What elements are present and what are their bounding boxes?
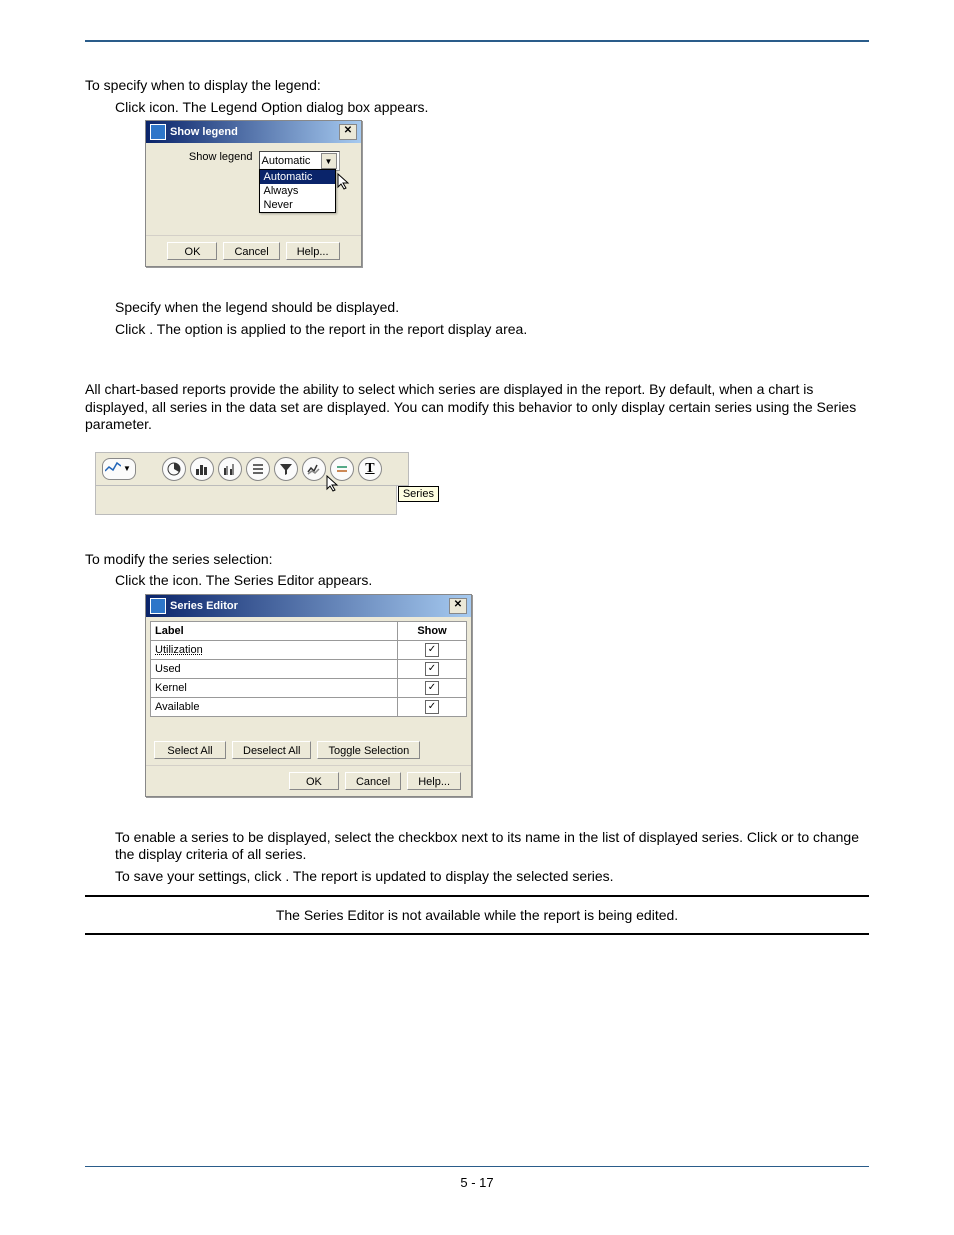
cancel-button[interactable]: Cancel <box>223 242 279 260</box>
series-editor-dialog: Series Editor ✕ Label Show <box>145 594 472 797</box>
show-legend-dropdown[interactable]: Automatic Always Never <box>259 169 336 213</box>
series-label: Kernel <box>151 678 398 697</box>
legend-step-apply: Click . The option is applied to the rep… <box>115 321 869 339</box>
text: To save your settings, click <box>115 868 285 884</box>
table-row: Used ✓ <box>151 659 467 678</box>
table-row: Kernel ✓ <box>151 678 467 697</box>
series-label: Used <box>151 659 398 678</box>
deselect-all-button[interactable]: Deselect All <box>232 741 311 759</box>
show-legend-combo[interactable]: Automatic ▼ <box>259 151 340 171</box>
table-row: Utilization ✓ <box>151 640 467 659</box>
help-button[interactable]: Help... <box>407 772 461 790</box>
line-chart-icon <box>105 461 121 476</box>
note-box: The Series Editor is not available while… <box>85 895 869 935</box>
ok-button[interactable]: OK <box>167 242 217 260</box>
page-footer: 5 - 17 <box>85 1166 869 1190</box>
report-toolbar: ▼ <box>95 452 409 486</box>
dialog-buttons: OK Cancel Help... <box>146 235 361 266</box>
dialog-app-icon <box>150 124 166 140</box>
series-table: Label Show Utilization ✓ Used ✓ <box>150 621 467 717</box>
series-tooltip: Series <box>398 486 439 502</box>
note-text: The Series Editor is not available while… <box>276 907 678 923</box>
legend-intro: To specify when to display the legend: <box>85 77 869 95</box>
text: Click <box>115 321 149 337</box>
series-icon[interactable] <box>302 457 326 481</box>
toggle-selection-button[interactable]: Toggle Selection <box>317 741 420 759</box>
series-select-buttons: Select All Deselect All Toggle Selection <box>150 727 467 765</box>
close-icon[interactable]: ✕ <box>339 124 357 140</box>
pie-chart-icon[interactable] <box>162 457 186 481</box>
text: . The report is updated to display the s… <box>285 868 613 884</box>
dialog-title: Series Editor <box>170 600 238 612</box>
chart-type-dropdown[interactable]: ▼ <box>102 458 136 480</box>
text: To enable a series to be displayed, sele… <box>115 829 781 845</box>
show-legend-dialog: Show legend ✕ Show legend Automatic ▼ <box>145 120 362 267</box>
bar-chart-icon[interactable] <box>190 457 214 481</box>
text: or <box>781 829 797 845</box>
text: icon. The Series Editor appears. <box>173 572 373 588</box>
text-icon[interactable]: T <box>358 457 382 481</box>
chevron-down-icon: ▼ <box>123 464 131 473</box>
series-step-click: Click the icon. The Series Editor appear… <box>115 572 869 590</box>
page-top-rule <box>85 40 869 42</box>
combo-value: Automatic <box>262 155 311 167</box>
dialog-app-icon <box>150 598 166 614</box>
legend-step-specify: Specify when the legend should be displa… <box>115 299 869 317</box>
text: icon. The Legend Option dialog box appea… <box>149 99 428 115</box>
text: Click the <box>115 572 173 588</box>
show-checkbox[interactable]: ✓ <box>425 662 439 676</box>
text: Click <box>115 99 149 115</box>
show-checkbox[interactable]: ✓ <box>425 643 439 657</box>
dialog-titlebar: Series Editor ✕ <box>146 595 471 617</box>
cursor-icon <box>326 475 344 493</box>
series-intro: To modify the series selection: <box>85 551 869 569</box>
close-icon[interactable]: ✕ <box>449 598 467 614</box>
column-show: Show <box>398 621 467 640</box>
grouped-bar-icon[interactable] <box>218 457 242 481</box>
legend-step-click: Click icon. The Legend Option dialog box… <box>115 99 869 117</box>
series-label: Utilization <box>151 640 398 659</box>
series-enable-text: To enable a series to be displayed, sele… <box>115 829 869 864</box>
select-all-button[interactable]: Select All <box>154 741 226 759</box>
series-para: All chart-based reports provide the abil… <box>85 381 869 434</box>
series-save-text: To save your settings, click . The repor… <box>115 868 869 886</box>
chevron-down-icon[interactable]: ▼ <box>321 153 337 169</box>
dropdown-option[interactable]: Never <box>260 198 335 212</box>
toolbar-spacer <box>95 486 397 515</box>
dialog-title: Show legend <box>170 126 238 138</box>
column-label: Label <box>151 621 398 640</box>
dropdown-option[interactable]: Automatic <box>260 170 335 184</box>
show-legend-label: Show legend <box>168 151 259 163</box>
dialog-titlebar: Show legend ✕ <box>146 121 361 143</box>
show-checkbox[interactable]: ✓ <box>425 700 439 714</box>
dropdown-option[interactable]: Always <box>260 184 335 198</box>
dialog-buttons: OK Cancel Help... <box>146 765 471 796</box>
table-row: Available ✓ <box>151 697 467 716</box>
series-label: Available <box>151 697 398 716</box>
ok-button[interactable]: OK <box>289 772 339 790</box>
help-button[interactable]: Help... <box>286 242 340 260</box>
cursor-icon <box>337 173 355 191</box>
list-icon[interactable] <box>246 457 270 481</box>
show-checkbox[interactable]: ✓ <box>425 681 439 695</box>
cancel-button[interactable]: Cancel <box>345 772 401 790</box>
text: . The option is applied to the report in… <box>149 321 527 337</box>
filter-icon[interactable] <box>274 457 298 481</box>
